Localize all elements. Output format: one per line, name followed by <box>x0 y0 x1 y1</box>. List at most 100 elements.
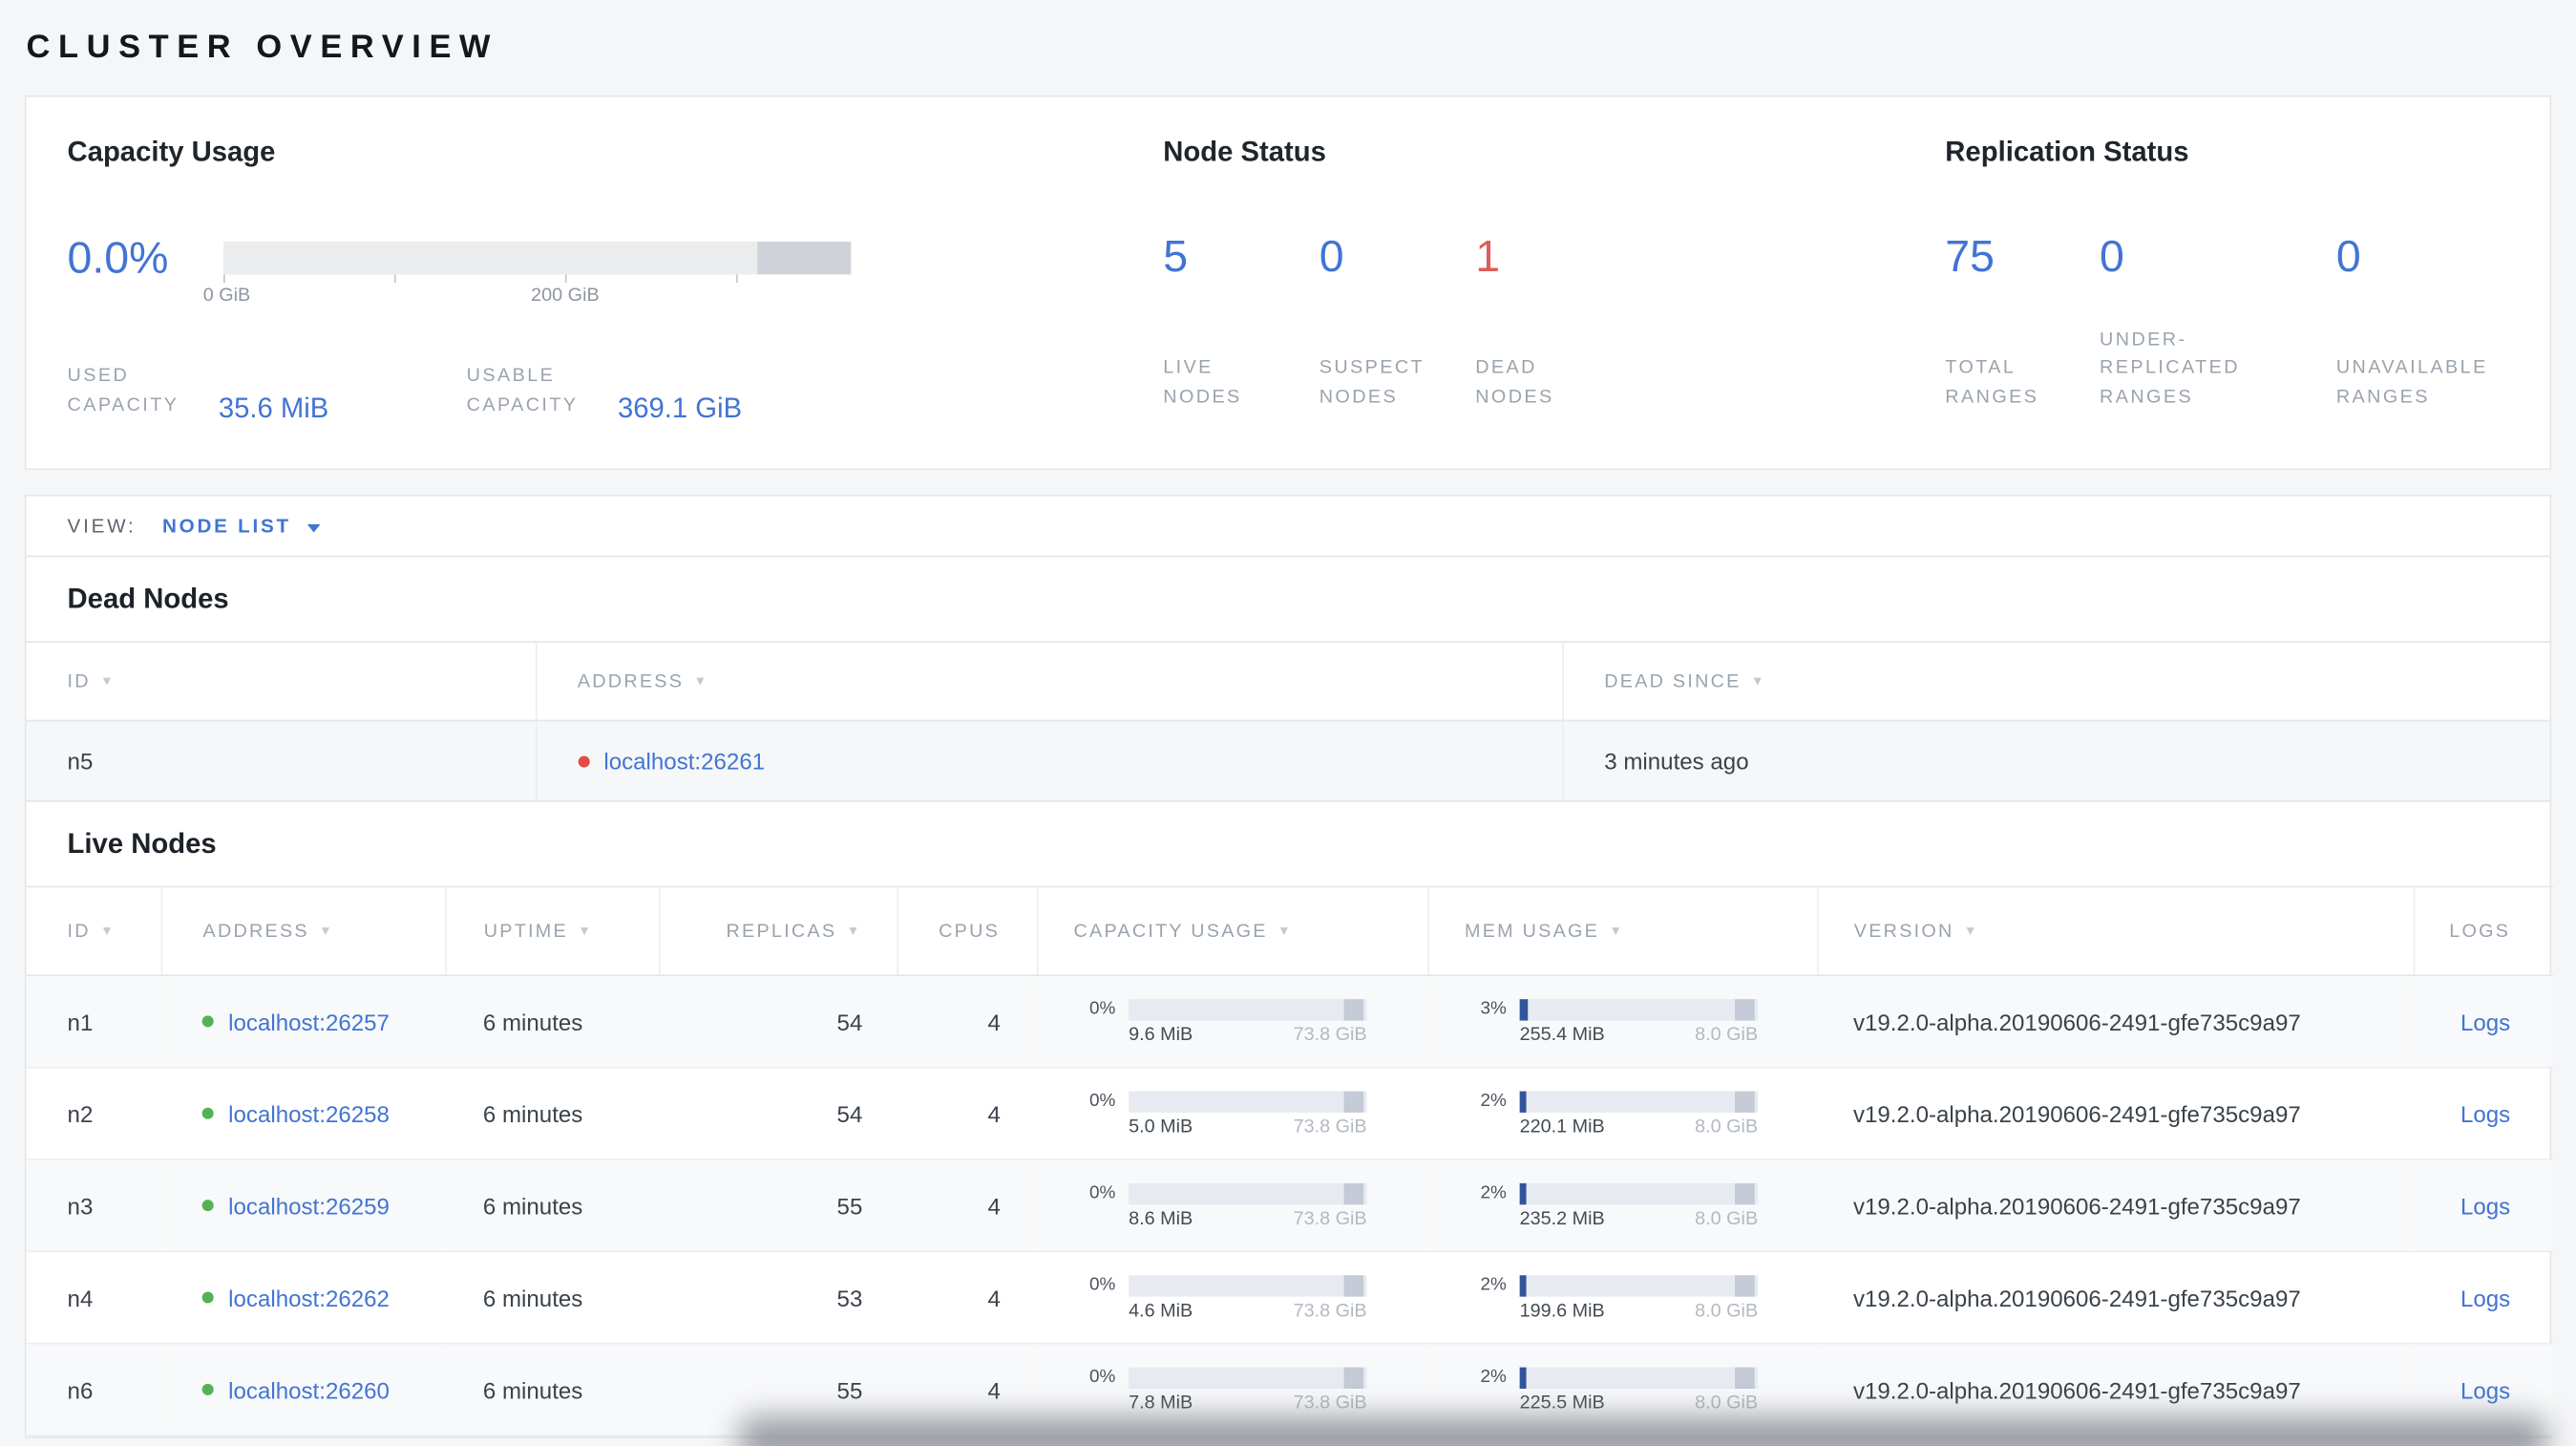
col-header-mem-usage[interactable]: MEM USAGE <box>1427 885 1818 977</box>
view-bar: VIEW: NODE LIST <box>26 497 2550 558</box>
capacity-used: 9.6 MiB <box>1129 1024 1193 1045</box>
under-replicated-ranges-stat: 0 UNDER-REPLICATED RANGES <box>2100 232 2336 415</box>
uptime-cell: 6 minutes <box>445 975 660 1069</box>
capacity-percent: 0% <box>1088 1182 1116 1203</box>
mem-percent: 2% <box>1480 1091 1507 1112</box>
capacity-mini-bar <box>1129 1366 1367 1389</box>
logs-link[interactable]: Logs <box>2460 1285 2510 1311</box>
replicas-cell: 54 <box>659 975 897 1069</box>
node-address-cell: localhost:26257 <box>160 975 446 1069</box>
col-header-id[interactable]: ID <box>26 641 537 722</box>
live-node-row: n2 localhost:26258 6 minutes 54 4 0% 5.0… <box>26 1067 2553 1160</box>
capacity-marker <box>1343 1274 1364 1296</box>
col-header-version[interactable]: VERSION <box>1817 885 2415 977</box>
capacity-usage-title: Capacity Usage <box>67 136 276 168</box>
col-header-dead-since[interactable]: DEAD SINCE <box>1562 641 2550 722</box>
col-header-address[interactable]: ADDRESS <box>160 885 447 977</box>
logs-link[interactable]: Logs <box>2460 1376 2510 1403</box>
replicas-cell: 55 <box>659 1159 897 1253</box>
node-status-title: Node Status <box>1163 136 1326 168</box>
mem-usage-cell: 2% 235.2 MiB 8.0 GiB <box>1427 1159 1818 1253</box>
mem-percent: 2% <box>1480 1275 1507 1295</box>
node-status-panel: Node Status 5 LIVE NODES 0 SUSPECT NODES… <box>1122 97 1904 469</box>
col-header-address[interactable]: ADDRESS <box>535 641 1564 722</box>
chevron-down-icon[interactable] <box>307 523 321 532</box>
logs-cell: Logs <box>2413 1251 2553 1345</box>
capacity-usage-cell: 0% 9.6 MiB 73.8 GiB <box>1036 975 1428 1069</box>
view-selector[interactable]: NODE LIST <box>162 515 291 538</box>
live-nodes-table: ID ADDRESS UPTIME REPLICAS CPUS CAPACITY… <box>26 885 2553 1436</box>
node-address-link[interactable]: localhost:26261 <box>603 748 765 775</box>
used-capacity-value: 35.6 MiB <box>218 392 329 424</box>
col-header-cpus[interactable]: CPUS <box>897 885 1038 977</box>
mem-percent: 3% <box>1480 999 1507 1019</box>
dead-status-dot-icon <box>577 755 589 767</box>
col-header-replicas[interactable]: REPLICAS <box>659 885 898 977</box>
unavailable-label: UNAVAILABLE RANGES <box>2335 358 2488 409</box>
mem-marker <box>1735 1090 1755 1113</box>
mem-marker <box>1735 1182 1755 1204</box>
mem-mini-bar <box>1519 998 1759 1020</box>
logs-link[interactable]: Logs <box>2460 1100 2510 1127</box>
capacity-percent: 0% <box>1088 1275 1116 1295</box>
capacity-mini-bar <box>1129 1182 1367 1204</box>
mem-used: 220.1 MiB <box>1519 1116 1605 1137</box>
mem-mini-bar <box>1519 1366 1759 1389</box>
capacity-marker <box>1343 998 1364 1020</box>
live-status-dot-icon <box>201 1291 214 1304</box>
live-nodes-heading: Live Nodes <box>67 827 217 860</box>
suspect-nodes-stat: 0 SUSPECT NODES <box>1320 232 1475 415</box>
used-capacity-stat: USED CAPACITY 35.6 MiB <box>68 363 467 424</box>
capacity-used: 5.0 MiB <box>1129 1116 1193 1137</box>
live-nodes-count: 5 <box>1163 231 1189 282</box>
col-header-uptime[interactable]: UPTIME <box>445 885 660 977</box>
axis-tick-label: 200 GiB <box>531 286 600 307</box>
live-status-dot-icon <box>201 1015 214 1028</box>
uptime-cell: 6 minutes <box>445 1067 660 1160</box>
sort-arrow-icon <box>1609 923 1624 937</box>
node-address-cell: localhost:26259 <box>160 1159 446 1253</box>
node-address-link[interactable]: localhost:26259 <box>228 1192 390 1219</box>
live-node-row: n4 localhost:26262 6 minutes 53 4 0% 4.6… <box>26 1251 2553 1345</box>
total-ranges-count: 75 <box>1945 231 1995 282</box>
node-id-cell: n6 <box>26 1343 161 1436</box>
node-id-cell: n4 <box>26 1251 161 1345</box>
axis-tick <box>564 274 567 283</box>
capacity-mini-bar <box>1129 1274 1367 1296</box>
mem-total: 8.0 GiB <box>1695 1393 1759 1413</box>
axis-tick-label: 0 GiB <box>202 286 251 307</box>
unavailable-count: 0 <box>2335 231 2361 282</box>
capacity-used: 8.6 MiB <box>1129 1208 1193 1229</box>
node-list-card: VIEW: NODE LIST Dead Nodes ID ADDRESS DE… <box>24 494 2553 1438</box>
node-address-link[interactable]: localhost:26260 <box>228 1376 390 1403</box>
live-node-row: n1 localhost:26257 6 minutes 54 4 0% 9.6… <box>26 975 2553 1069</box>
replicas-cell: 53 <box>659 1251 897 1345</box>
usable-capacity-value: 369.1 GiB <box>617 392 743 424</box>
axis-tick <box>393 274 396 283</box>
node-address-link[interactable]: localhost:26257 <box>228 1009 390 1035</box>
cpus-cell: 4 <box>897 1251 1037 1345</box>
node-id-cell: n1 <box>26 975 161 1069</box>
mem-mini-bar <box>1519 1274 1759 1296</box>
col-header-capacity-usage[interactable]: CAPACITY USAGE <box>1036 885 1429 977</box>
mem-marker <box>1735 1274 1755 1296</box>
cpus-cell: 4 <box>897 1159 1037 1253</box>
capacity-percent: 0% <box>1088 1367 1116 1388</box>
sort-arrow-icon <box>1277 923 1293 937</box>
col-header-id[interactable]: ID <box>26 885 162 977</box>
mem-usage-cell: 3% 255.4 MiB 8.0 GiB <box>1427 975 1818 1069</box>
under-replicated-label: UNDER-REPLICATED RANGES <box>2100 330 2240 409</box>
node-address-link[interactable]: localhost:26258 <box>228 1100 390 1127</box>
logs-cell: Logs <box>2413 1067 2553 1160</box>
capacity-percent: 0% <box>1088 999 1116 1019</box>
usable-capacity-label: USABLE CAPACITY <box>466 366 579 416</box>
node-address-cell: localhost:26261 <box>535 720 1564 802</box>
mem-mini-bar <box>1519 1090 1759 1113</box>
version-cell: v19.2.0-alpha.20190606-2491-gfe735c9a97 <box>1817 1251 2414 1345</box>
logs-link[interactable]: Logs <box>2460 1009 2510 1035</box>
live-status-dot-icon <box>201 1200 214 1212</box>
node-id-cell: n2 <box>26 1067 161 1160</box>
live-nodes-stat: 5 LIVE NODES <box>1163 232 1319 415</box>
node-address-link[interactable]: localhost:26262 <box>228 1285 390 1311</box>
logs-link[interactable]: Logs <box>2460 1192 2510 1219</box>
